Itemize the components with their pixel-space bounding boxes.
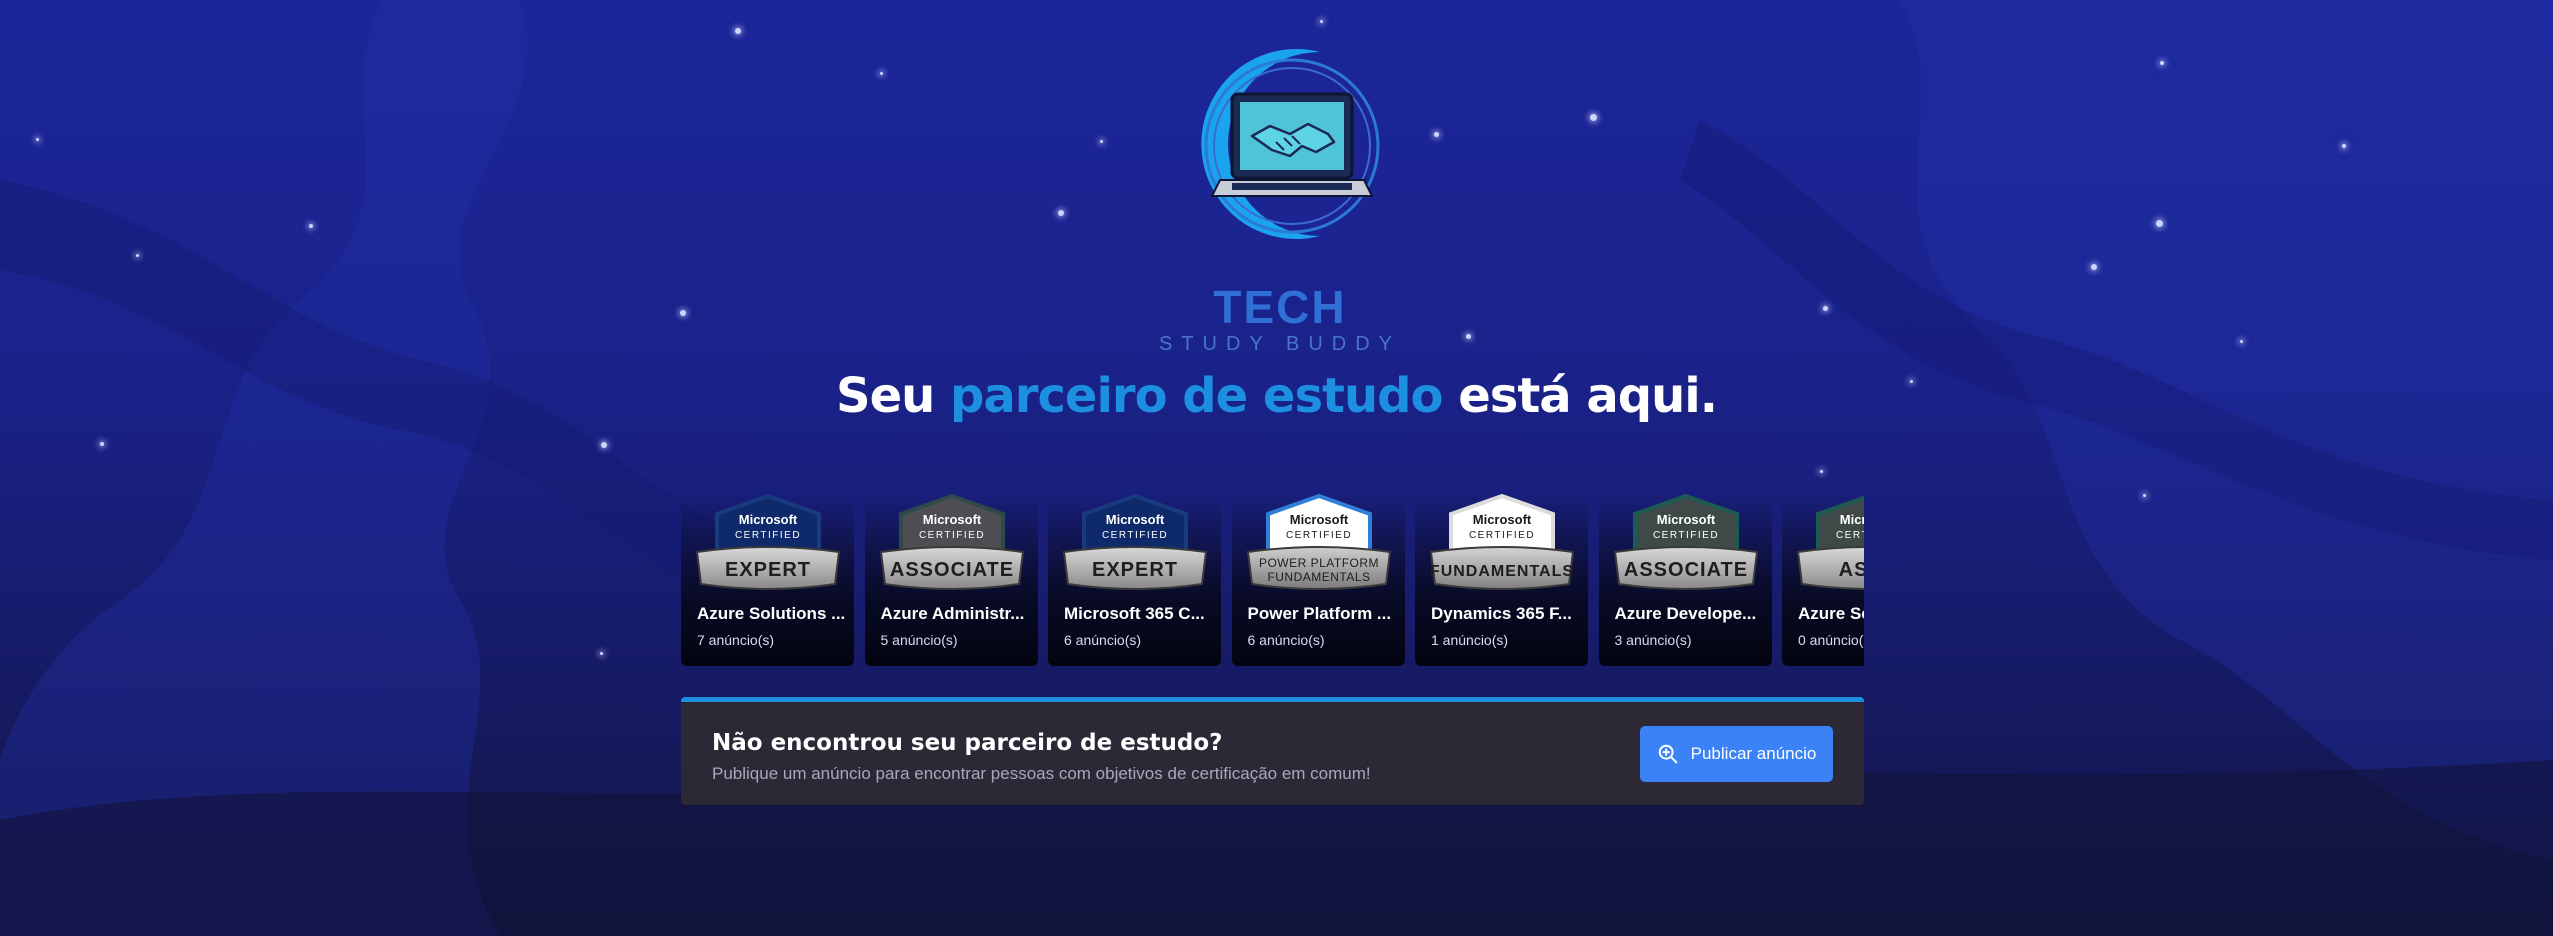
badge-brand: Microsoft (739, 512, 798, 527)
cta-title: Não encontrou seu parceiro de estudo? (712, 730, 1223, 756)
badge-certified: CERTIFIED (735, 530, 801, 541)
certification-badge-icon: Microsoft CERTIFIED FUNDAMENTALS (1429, 494, 1575, 590)
badge-level: EXPERT (1092, 559, 1178, 581)
card-title: Azure Develope... (1614, 604, 1757, 623)
badge-brand: Microsoft (1289, 512, 1348, 527)
certification-badge-icon: Microsoft CERTIFIED ASSO (1796, 495, 1864, 590)
badge-brand: Microsoft (1656, 512, 1715, 527)
badge-brand: Microsoft (1473, 512, 1532, 527)
certification-badge-icon: Microsoft CERTIFIED EXPERT (1062, 494, 1208, 590)
badge-level: ASSO (1839, 559, 1864, 581)
badge-level: ASSOCIATE (889, 559, 1013, 581)
publish-ad-label: Publicar anúncio (1690, 744, 1817, 763)
logo-subtitle: STUDY BUDDY (1159, 333, 1401, 355)
badge-level: FUNDAMENTALS (1430, 563, 1574, 580)
cta-panel: Não encontrou seu parceiro de estudo? Pu… (681, 697, 1864, 805)
certification-badge-icon: Microsoft CERTIFIED ASSOCIATE (1613, 494, 1758, 590)
card-title: Dynamics 365 F... (1431, 604, 1572, 623)
card-ad-count: 6 anúncio(s) (1064, 632, 1142, 648)
laptop-handshake-logo-icon (1201, 49, 1380, 239)
card-title: Azure Se... (1798, 604, 1864, 623)
certification-carousel[interactable]: Microsoft CERTIFIED EXPERT Azure Solutions … (681, 494, 1864, 666)
card-ad-count: 6 anúncio(s) (1247, 632, 1325, 648)
card-ad-count: 0 anúncio(s) (1798, 632, 1864, 648)
logo-title: TECH (1213, 281, 1347, 333)
card-title: Azure Administr... (880, 604, 1025, 623)
page-headline: Seu parceiro de estudo está aqui. (0, 368, 2553, 424)
badge-certified: CERTIFIED (1469, 530, 1535, 541)
zoom-in-icon (1658, 744, 1677, 764)
badge-certified: CERTIFIED (1652, 530, 1718, 541)
certification-card[interactable]: Microsoft CERTIFIED ASSO Azure Se... 0 anúnc… (1782, 494, 1864, 666)
badge-certified: CERTIFIED (1102, 530, 1168, 541)
badge-certified: CERTIFIED (918, 530, 984, 541)
certification-badge-icon: Microsoft CERTIFIED POWER PLATFORMFUNDAMEN… (1246, 494, 1391, 590)
card-ad-count: 1 anúncio(s) (1431, 632, 1509, 648)
certification-card[interactable]: Microsoft CERTIFIED ASSOCIATE Azure Develop… (1598, 494, 1772, 666)
card-title: Power Platform ... (1247, 604, 1392, 623)
badge-certified: CERTIFIED (1285, 530, 1351, 541)
app-logo[interactable]: TECH STUDY BUDDY (1159, 40, 1392, 354)
badge-brand: Microsoft (1840, 512, 1864, 527)
badge-brand: Microsoft (1106, 512, 1165, 527)
card-ad-count: 3 anúncio(s) (1614, 632, 1692, 648)
card-ad-count: 5 anúncio(s) (880, 632, 958, 648)
certification-badge-icon: Microsoft CERTIFIED EXPERT (695, 494, 841, 590)
certification-card[interactable]: Microsoft CERTIFIED POWER PLATFORM FUNDAMEN… (1231, 494, 1405, 666)
headline-part-1: Seu (836, 368, 935, 424)
headline-part-2: está aqui. (1458, 368, 1718, 424)
certification-card[interactable]: Microsoft CERTIFIED EXPERT Microsoft 365 C.… (1048, 494, 1221, 666)
certification-badge-icon: Microsoft CERTIFIED ASSOCIATE (879, 494, 1024, 590)
publish-ad-button[interactable]: Publicar anúncio (1640, 726, 1833, 782)
headline-accent: parceiro de estudo (950, 368, 1443, 424)
card-ad-count: 7 anúncio(s) (697, 632, 775, 648)
badge-level-line-2: FUNDAMENTALS (1267, 570, 1370, 584)
card-title: Azure Solutions ... (697, 604, 846, 623)
badge-brand: Microsoft (922, 512, 981, 527)
badge-level: ASSOCIATE (1623, 559, 1747, 581)
badge-level: EXPERT (725, 559, 811, 581)
badge-certified: CERTIFIED (1836, 530, 1864, 541)
badge-level-line-1: POWER PLATFORM (1258, 556, 1378, 570)
certification-card[interactable]: Microsoft CERTIFIED ASSOCIATE Azure Adminis… (864, 494, 1038, 666)
cta-subtitle: Publique um anúncio para encontrar pesso… (712, 764, 1371, 783)
certification-card[interactable]: Microsoft CERTIFIED EXPERT Azure Solutions … (681, 494, 854, 666)
certification-card[interactable]: Microsoft CERTIFIED FUNDAMENTALS Dynamics 3… (1415, 494, 1588, 666)
card-title: Microsoft 365 C... (1064, 604, 1205, 623)
